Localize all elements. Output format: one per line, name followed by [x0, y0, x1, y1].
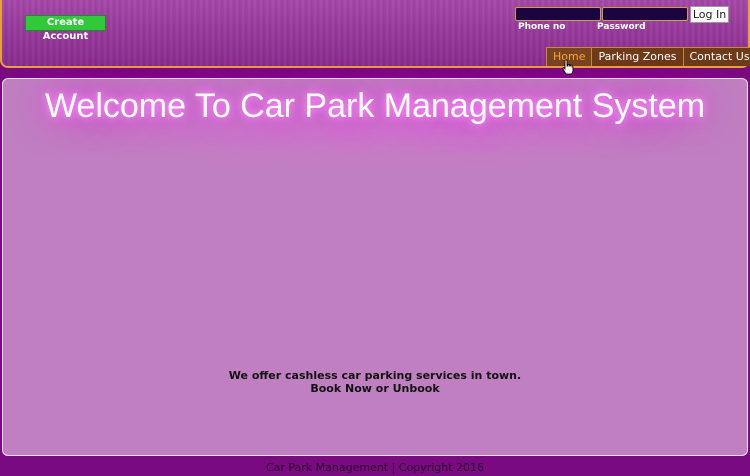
offer-line-1: We offer cashless car parking services i…	[228, 369, 522, 382]
hand-cursor-icon	[562, 59, 574, 75]
create-account-button[interactable]: Create Account	[25, 15, 106, 42]
phone-input[interactable]	[515, 7, 601, 21]
main-nav: Home Parking Zones Contact Us	[546, 47, 750, 67]
offer-text: We offer cashless car parking services i…	[3, 369, 747, 395]
password-input[interactable]	[602, 7, 688, 21]
welcome-title: Welcome To Car Park Management System	[44, 87, 706, 125]
phone-label: Phone no	[518, 22, 566, 32]
offer-line-2: Book Now or Unbook	[310, 382, 440, 395]
page: Create Account Log In Phone no Password …	[0, 0, 750, 476]
login-button[interactable]: Log In	[690, 6, 729, 23]
main-content: Welcome To Car Park Management System We…	[2, 78, 748, 456]
password-label: Password	[597, 22, 646, 32]
header: Create Account Log In Phone no Password …	[0, 0, 750, 68]
nav-contact-us[interactable]: Contact Us	[682, 47, 750, 66]
nav-parking-zones[interactable]: Parking Zones	[591, 47, 684, 66]
footer-copyright: Car Park Management | Copyright 2016	[265, 461, 485, 474]
